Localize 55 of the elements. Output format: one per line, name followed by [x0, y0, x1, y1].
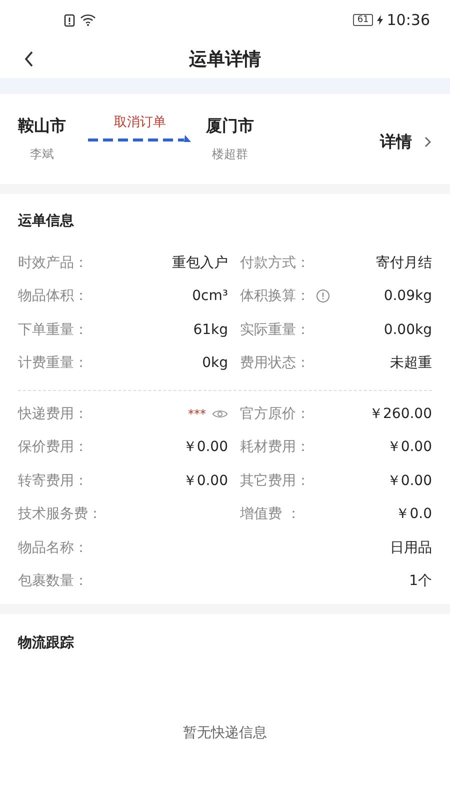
origin-city: 鞍山市	[18, 116, 66, 136]
field-value: ￥0.0	[396, 505, 432, 524]
field-label: 实际重量：	[240, 320, 310, 339]
info-icon[interactable]	[316, 289, 330, 304]
field-label: 下单重量：	[18, 320, 88, 339]
field-value: ￥0.00	[386, 438, 432, 456]
battery-level: 61	[353, 14, 373, 26]
recipient-name: 楼超群	[212, 146, 248, 162]
field-label: 计费重量：	[18, 354, 88, 372]
wifi-icon	[80, 14, 96, 26]
back-button[interactable]	[24, 51, 34, 67]
field-label: 其它费用：	[240, 472, 310, 490]
sim-alert-icon	[64, 14, 75, 26]
dashed-arrow-icon	[88, 133, 192, 143]
charging-icon	[376, 15, 383, 25]
field-value: 1个	[409, 572, 432, 590]
field-label: 包裹数量：	[18, 572, 88, 590]
field-label: 时效产品：	[18, 254, 88, 272]
page-title: 运单详情	[189, 48, 261, 71]
details-link[interactable]: 详情	[380, 132, 432, 152]
field-value: ￥0.00	[182, 438, 228, 456]
field-value: 日用品	[390, 538, 432, 557]
masked-value: ***	[188, 406, 206, 421]
eye-icon[interactable]	[212, 408, 228, 419]
field-value: 未超重	[390, 354, 432, 372]
field-value: 0.00kg	[384, 322, 432, 338]
field-label: 快递费用：	[18, 404, 88, 423]
clock-time: 10:36	[386, 11, 430, 29]
field-label: 技术服务费：	[18, 505, 102, 524]
field-label: 费用状态：	[240, 354, 310, 372]
field-value: 61kg	[193, 322, 228, 338]
destination-city: 厦门市	[206, 116, 254, 136]
field-label: 物品体积：	[18, 287, 88, 306]
field-value: ￥0.00	[386, 472, 432, 490]
order-status: 取消订单	[114, 114, 166, 131]
field-label: 付款方式：	[240, 254, 310, 272]
section-title: 运单信息	[18, 212, 75, 231]
field-value: 0kg	[202, 355, 228, 372]
section-title: 物流跟踪	[18, 634, 75, 653]
field-value: 寄付月结	[376, 254, 432, 272]
field-label: 官方原价：	[240, 404, 310, 423]
field-label: 耗材费用：	[240, 438, 310, 456]
field-value: ￥260.00	[369, 404, 432, 423]
field-label: 保价费用：	[18, 438, 88, 456]
field-label: 体积换算：	[240, 287, 310, 306]
empty-message: 暂无快递信息	[183, 724, 267, 742]
field-label: 增值费 ：	[240, 505, 300, 524]
field-label: 转寄费用：	[18, 472, 88, 490]
field-value: 重包入户	[172, 254, 228, 272]
field-label: 物品名称：	[18, 538, 88, 557]
field-value: ￥0.00	[182, 472, 228, 490]
field-value: 0.09kg	[384, 288, 432, 304]
sender-name: 李斌	[30, 146, 54, 162]
chevron-icon	[424, 136, 432, 148]
field-value: 0cm³	[192, 288, 228, 304]
